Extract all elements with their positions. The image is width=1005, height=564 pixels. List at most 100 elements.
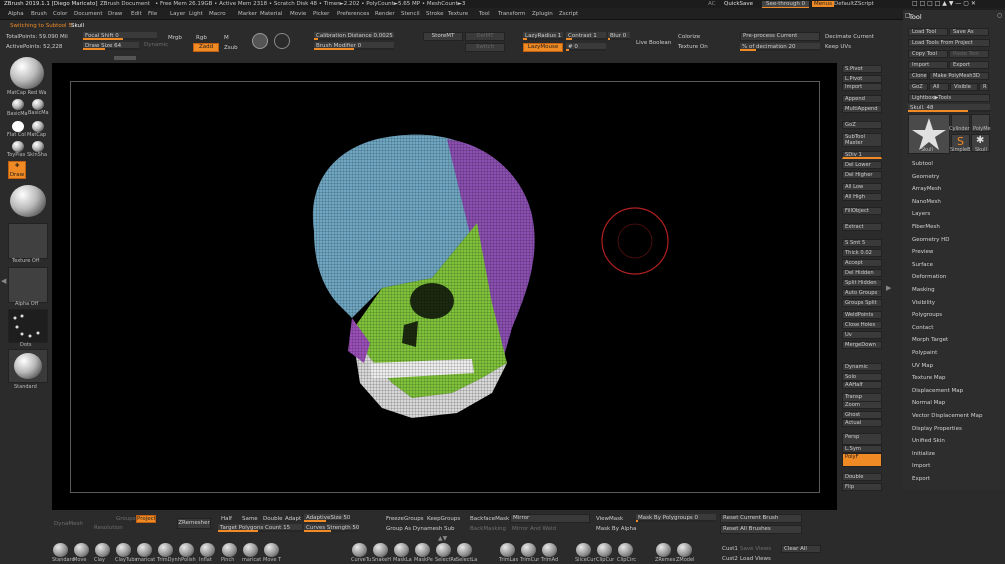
shelf-dynamic[interactable]: Dynamic bbox=[842, 363, 882, 371]
goz-all-button[interactable]: All bbox=[929, 83, 949, 91]
copy-tool-button[interactable]: Copy Tool bbox=[908, 50, 948, 58]
load-views-button[interactable]: Load Views bbox=[740, 556, 771, 562]
rgb-intensity-icon[interactable] bbox=[252, 33, 268, 49]
texture-on-button[interactable]: Texture On bbox=[678, 44, 708, 50]
brush-trimlas-icon[interactable] bbox=[500, 543, 515, 557]
brush-zremes-icon[interactable] bbox=[656, 543, 671, 557]
shelf-actual[interactable]: Actual bbox=[842, 419, 882, 427]
tool-section-visibility[interactable]: Visibility bbox=[912, 300, 935, 306]
shelf-solo[interactable]: Solo bbox=[842, 373, 882, 381]
brush-clipcur-icon[interactable] bbox=[597, 543, 612, 557]
stroke-dots-slot[interactable] bbox=[8, 309, 48, 343]
keep-uvs-toggle[interactable]: Keep UVs bbox=[825, 44, 851, 50]
canvas-viewport[interactable] bbox=[52, 56, 837, 510]
brush-maskla-icon[interactable] bbox=[394, 543, 409, 557]
brush-snakeh-icon[interactable] bbox=[373, 543, 388, 557]
shelf-groups-split[interactable]: Groups Split bbox=[842, 299, 882, 307]
shelf-fillobject[interactable]: FillObject bbox=[842, 207, 882, 215]
brush-clay-icon[interactable] bbox=[95, 543, 110, 557]
calibration-distance-slider[interactable]: Calibration Distance 0.0025 bbox=[314, 32, 394, 40]
tool-section-surface[interactable]: Surface bbox=[912, 262, 933, 268]
double-button[interactable]: Double bbox=[263, 516, 283, 522]
tool-section-import[interactable]: Import bbox=[912, 463, 930, 469]
keepgroups-button[interactable]: KeepGroups bbox=[427, 516, 460, 522]
shelf-thick-0-02[interactable]: Thick 0.02 bbox=[842, 249, 882, 257]
live-boolean-button[interactable]: Live Boolean bbox=[636, 40, 671, 46]
clone-button[interactable]: Clone bbox=[908, 72, 928, 80]
ac-label[interactable]: AC bbox=[708, 0, 716, 8]
goz-r-button[interactable]: R bbox=[979, 83, 989, 91]
export-button[interactable]: Export bbox=[949, 61, 989, 69]
tool-section-texture-map[interactable]: Texture Map bbox=[912, 375, 946, 381]
zremesher-button[interactable]: ZRemesher bbox=[177, 518, 211, 529]
adapt-button[interactable]: Adapt bbox=[285, 516, 301, 522]
tool-section-contact[interactable]: Contact bbox=[912, 325, 933, 331]
tool-section-polypaint[interactable]: Polypaint bbox=[912, 350, 937, 356]
shelf-multiappend[interactable]: MultiAppend bbox=[842, 105, 882, 113]
viewmask-button[interactable]: ViewMask bbox=[596, 516, 623, 522]
backfacemask-button[interactable]: BackfaceMask bbox=[470, 516, 509, 522]
brush-clipcirc-icon[interactable] bbox=[618, 543, 633, 557]
shelf-double[interactable]: Double bbox=[842, 473, 882, 481]
texture-slot[interactable] bbox=[8, 223, 48, 259]
load-tools-from-project-button[interactable]: Load Tools From Project bbox=[908, 39, 990, 47]
material-basic-2[interactable] bbox=[32, 99, 44, 110]
shelf-close-holes[interactable]: Close Holes bbox=[842, 321, 882, 329]
cust1-button[interactable]: Cust1 bbox=[722, 546, 738, 552]
groups-toggle[interactable]: Groups bbox=[116, 516, 136, 522]
adaptive-size-slider[interactable]: AdaptiveSize 50 bbox=[304, 514, 350, 522]
shelf-persp[interactable]: Persp bbox=[842, 433, 882, 445]
load-tool-button[interactable]: Load Tool bbox=[908, 28, 948, 36]
clear-all-button[interactable]: Clear All bbox=[781, 545, 821, 553]
tool-section-displacement-map[interactable]: Displacement Map bbox=[912, 388, 963, 394]
dynamesh-button[interactable]: DynaMesh bbox=[54, 521, 83, 527]
goz-button[interactable]: GoZ bbox=[908, 83, 928, 91]
goz-visible-button[interactable]: Visible bbox=[950, 83, 978, 91]
contrast-slider[interactable]: Contrast 1 bbox=[566, 32, 606, 40]
material-preview[interactable] bbox=[10, 57, 44, 89]
shelf-subtool-master[interactable]: SubTool Master bbox=[842, 133, 882, 147]
z-intensity-icon[interactable] bbox=[274, 33, 290, 49]
tool-section-masking[interactable]: Masking bbox=[912, 287, 935, 293]
material-basic-1[interactable] bbox=[12, 99, 24, 110]
colorize-button[interactable]: Colorize bbox=[678, 34, 700, 40]
zsub-button[interactable]: Zsub bbox=[224, 45, 238, 51]
brush-maricat-icon[interactable] bbox=[137, 543, 152, 557]
focal-shift-slider[interactable]: Focal Shift 0 bbox=[83, 32, 157, 40]
m-button[interactable]: M bbox=[224, 35, 229, 41]
brush-move-icon[interactable] bbox=[74, 543, 89, 557]
brush-maricat-icon[interactable] bbox=[243, 543, 258, 557]
brush-selectre-icon[interactable] bbox=[436, 543, 451, 557]
brush-trimad-icon[interactable] bbox=[542, 543, 557, 557]
brush-zmodel-icon[interactable] bbox=[677, 543, 692, 557]
tool-section-export[interactable]: Export bbox=[912, 476, 930, 482]
shelf-del-hidden[interactable]: Del Hidden bbox=[842, 269, 882, 277]
save-views-button[interactable]: Save Views bbox=[740, 546, 771, 552]
reset-all-brushes-button[interactable]: Reset All Brushes bbox=[720, 525, 802, 534]
switch-button[interactable]: Switch bbox=[465, 43, 505, 52]
shelf-l-pivot[interactable]: L.Pivot bbox=[842, 75, 882, 83]
shelf-auto-groups[interactable]: Auto Groups bbox=[842, 289, 882, 297]
mrgb-button[interactable]: Mrgb bbox=[168, 35, 182, 41]
brush-standard-icon[interactable] bbox=[53, 543, 68, 557]
lazymouse-button[interactable]: LazyMouse bbox=[523, 43, 563, 52]
brush-pinch-icon[interactable] bbox=[222, 543, 237, 557]
brush-trimcur-icon[interactable] bbox=[521, 543, 536, 557]
tool-section-initialize[interactable]: Initialize bbox=[912, 451, 935, 457]
default-zscript[interactable]: DefaultZScript bbox=[834, 0, 874, 8]
tool-section-normal-map[interactable]: Normal Map bbox=[912, 400, 945, 406]
draw-size-slider[interactable]: Draw Size 64 bbox=[83, 42, 139, 50]
same-button[interactable]: Same bbox=[242, 516, 258, 522]
brush-selectla-icon[interactable] bbox=[457, 543, 472, 557]
curves-strength-slider[interactable]: Curves Strength 50 bbox=[304, 524, 359, 532]
tool-section-morph-target[interactable]: Morph Target bbox=[912, 337, 948, 343]
import-button[interactable]: Import bbox=[908, 61, 948, 69]
lazyradius-slider[interactable]: LazyRadius 1 bbox=[523, 32, 563, 40]
brush-slicecur-icon[interactable] bbox=[576, 543, 591, 557]
shelf-import[interactable]: Import bbox=[842, 83, 882, 91]
shelf-extract[interactable]: Extract bbox=[842, 223, 882, 231]
shelf-s-smt-5[interactable]: S Smt 5 bbox=[842, 239, 882, 247]
project-toggle[interactable]: Project bbox=[136, 515, 156, 523]
alpha-slot[interactable] bbox=[8, 267, 48, 303]
tool-section-uv-map[interactable]: UV Map bbox=[912, 363, 933, 369]
